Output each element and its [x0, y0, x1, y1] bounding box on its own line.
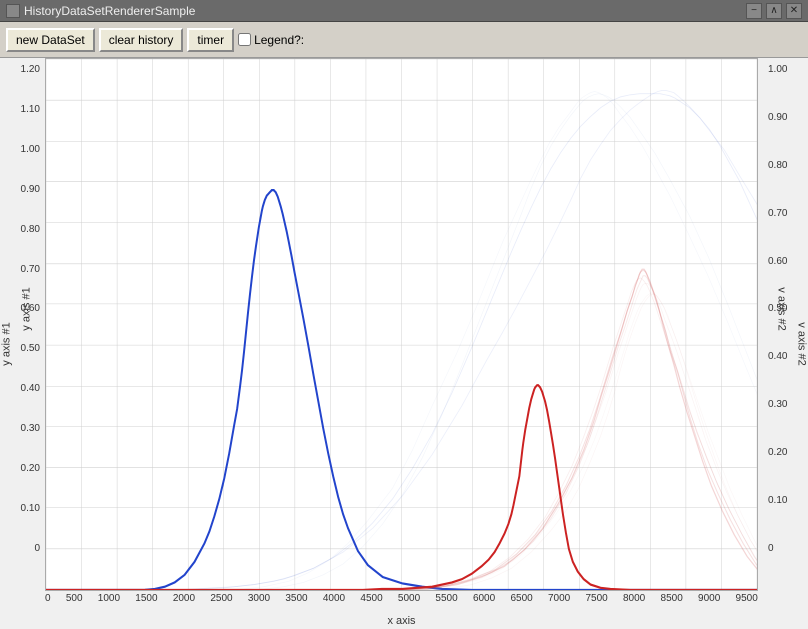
- x-tick-2500: 2500: [210, 593, 232, 604]
- title-bar-left: HistoryDataSetRendererSample: [6, 4, 195, 18]
- x-tick-7000: 7000: [548, 593, 570, 604]
- title-bar: HistoryDataSetRendererSample − ∧ ✕: [0, 0, 808, 22]
- app-icon: [6, 4, 20, 18]
- x-tick-6000: 6000: [473, 593, 495, 604]
- new-dataset-button[interactable]: new DataSet: [6, 28, 95, 52]
- maximize-button[interactable]: ∧: [766, 3, 782, 19]
- x-tick-3500: 3500: [285, 593, 307, 604]
- x-tick-8500: 8500: [661, 593, 683, 604]
- chart-inner: 0 500 1000 1500 2000 2500 3000 3500 4000…: [45, 58, 758, 629]
- x-tick-9000: 9000: [698, 593, 720, 604]
- x-tick-4000: 4000: [323, 593, 345, 604]
- x-tick-9500: 9500: [736, 593, 758, 604]
- legend-label-text: Legend?:: [254, 33, 304, 47]
- window-title: HistoryDataSetRendererSample: [24, 4, 195, 18]
- x-tick-0: 0: [45, 593, 51, 604]
- close-button[interactable]: ✕: [786, 3, 802, 19]
- x-tick-6500: 6500: [510, 593, 532, 604]
- x-ticks-row: 0 500 1000 1500 2000 2500 3000 3500 4000…: [45, 593, 758, 604]
- x-tick-3000: 3000: [248, 593, 270, 604]
- clear-history-button[interactable]: clear history: [99, 28, 184, 52]
- x-tick-4500: 4500: [360, 593, 382, 604]
- x-tick-500: 500: [66, 593, 83, 604]
- x-tick-1500: 1500: [135, 593, 157, 604]
- chart-container: y axis #1: [0, 58, 808, 629]
- x-tick-8000: 8000: [623, 593, 645, 604]
- title-bar-controls: − ∧ ✕: [746, 3, 802, 19]
- timer-button[interactable]: timer: [187, 28, 234, 52]
- y-axis-left-label: y axis #1: [1, 322, 13, 365]
- x-axis-label-container: x axis: [45, 613, 758, 627]
- y-axis-right-label: v axis #2: [795, 322, 807, 365]
- y-axis-right: v axis #2: [758, 58, 808, 629]
- chart-svg: [46, 59, 757, 590]
- legend-checkbox[interactable]: [238, 33, 251, 46]
- minimize-button[interactable]: −: [746, 3, 762, 19]
- x-tick-2000: 2000: [173, 593, 195, 604]
- x-tick-1000: 1000: [98, 593, 120, 604]
- toolbar: new DataSet clear history timer Legend?:: [0, 22, 808, 58]
- x-tick-7500: 7500: [585, 593, 607, 604]
- x-axis-label: x axis: [387, 615, 415, 627]
- y-axis-left: y axis #1: [0, 58, 45, 629]
- x-tick-5500: 5500: [435, 593, 457, 604]
- x-tick-5000: 5000: [398, 593, 420, 604]
- legend-checkbox-label: Legend?:: [238, 33, 304, 47]
- plot-area: [45, 58, 758, 591]
- x-axis-area: 0 500 1000 1500 2000 2500 3000 3500 4000…: [45, 591, 758, 629]
